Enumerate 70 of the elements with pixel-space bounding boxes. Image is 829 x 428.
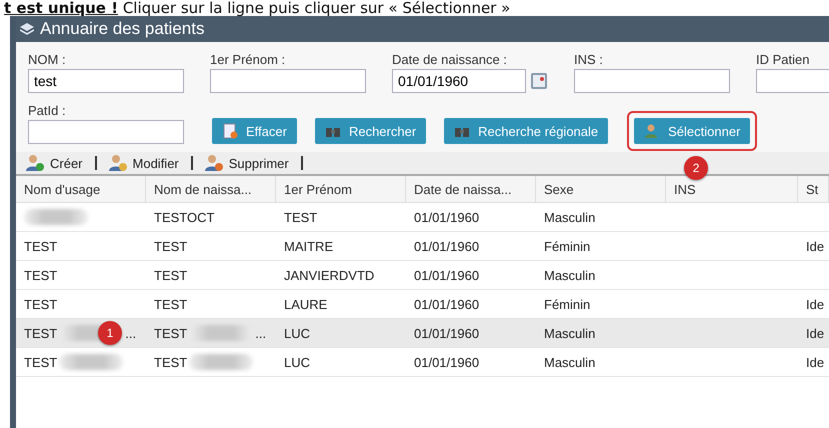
field-label: Date de naissance :	[392, 52, 508, 67]
table-cell: TEST	[154, 238, 188, 254]
table-cell: TEST	[24, 354, 58, 370]
table-cell: 01/01/1960	[414, 210, 480, 224]
search-button[interactable]: Recherche régionale	[444, 118, 608, 144]
field-label: ID Patien	[756, 52, 810, 67]
instruction-text: t est unique ! Cliquer sur la ligne puis cliquer sur « Sélectionner »	[3, 0, 512, 16]
column-header[interactable]: Nom d'usage	[16, 176, 146, 202]
table-cell: TEST	[284, 210, 318, 224]
column-header[interactable]: INS	[666, 176, 798, 202]
table-cell: TEST	[24, 326, 58, 340]
table-cell: 01/01/1960	[414, 268, 480, 282]
table-cell: Féminin	[544, 238, 590, 254]
field-label: PatId :	[28, 103, 67, 118]
layers-icon	[20, 23, 34, 35]
table-cell: LAURE	[284, 296, 328, 312]
toolbar-button[interactable]: Créer	[26, 154, 83, 172]
table-cell: Ide	[806, 326, 824, 340]
table-row[interactable]: TEST ... 1 TEST ... LUC 01/01/1960 Masculin Ide	[16, 319, 829, 348]
table-cell: TEST	[154, 296, 188, 312]
table-cell: Ide	[806, 354, 824, 370]
date-field[interactable]: 01/01/1960	[392, 69, 526, 93]
column-header[interactable]: Date de naissa...	[406, 176, 536, 202]
table-cell: 01/01/1960	[414, 238, 480, 254]
column-header[interactable]: Nom de naissa...	[146, 176, 276, 202]
document-icon	[222, 123, 238, 139]
person-minus-icon	[204, 154, 223, 172]
table-cell: MAITRE	[284, 238, 334, 254]
table-cell: JANVIERDVTD	[284, 268, 374, 282]
table-cell: TEST	[24, 268, 58, 282]
table-cell: TEST	[24, 238, 58, 254]
select-button[interactable]: Sélectionner	[634, 118, 750, 144]
table-cell: 01/01/1960	[414, 296, 480, 312]
field-label: NOM :	[28, 52, 67, 67]
toolbar-button[interactable]: Supprimer	[204, 154, 289, 172]
column-header[interactable]: Sexe	[536, 176, 666, 202]
table-cell: TEST	[154, 326, 188, 340]
table-cell: Masculin	[544, 354, 596, 370]
text-field[interactable]	[210, 69, 366, 93]
table-cell: TESTOCT	[154, 210, 214, 224]
table-cell: Masculin	[544, 326, 596, 340]
text-field[interactable]: test	[28, 69, 184, 93]
ellipsis: ...	[125, 326, 136, 340]
table-cell: 01/01/1960	[414, 354, 480, 370]
calendar-icon[interactable]	[530, 72, 548, 90]
person-plus-icon	[26, 154, 44, 172]
search-button[interactable]: Rechercher	[314, 118, 426, 144]
column-header[interactable]: St	[798, 176, 829, 202]
text-field[interactable]	[28, 120, 184, 144]
table-cell: TEST	[154, 354, 188, 370]
table-cell: 01/01/1960	[414, 326, 480, 340]
table-cell: TEST	[154, 268, 188, 282]
table-cell: Masculin	[544, 210, 596, 224]
window-title: Annuaire des patients	[40, 19, 204, 39]
clear-button[interactable]: Effacer	[212, 118, 297, 144]
text-field[interactable]	[574, 69, 730, 93]
toolbar-button[interactable]: Modifier	[108, 154, 179, 172]
table-cell: TEST	[24, 296, 58, 312]
table-cell: Masculin	[544, 268, 596, 282]
field-label: 1er Prénom :	[210, 52, 286, 67]
table-cell: Féminin	[544, 296, 590, 312]
ellipsis: ...	[255, 326, 266, 340]
step-badge: 1	[98, 321, 122, 345]
column-header[interactable]: 1er Prénom	[276, 176, 406, 202]
table-cell: LUC	[284, 326, 310, 340]
person-pencil-icon	[108, 154, 127, 172]
table-cell: Ide	[806, 238, 824, 254]
table-cell: Ide	[806, 296, 824, 312]
field-label: INS :	[574, 52, 604, 67]
table-cell: LUC	[284, 354, 310, 370]
